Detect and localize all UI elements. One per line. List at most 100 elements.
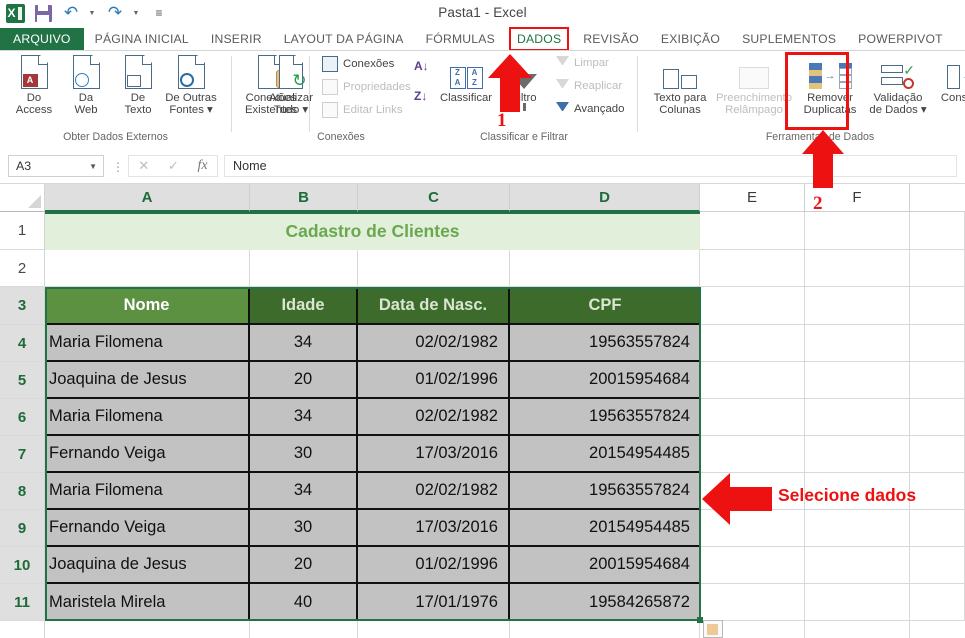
cell-e7[interactable] — [700, 436, 805, 473]
cell-e2[interactable] — [700, 250, 805, 287]
row-header-11[interactable]: 11 — [0, 584, 45, 621]
cell-c2[interactable] — [358, 250, 510, 287]
table-row-cell-cpf[interactable]: 20015954684 — [510, 362, 700, 399]
cell-g8[interactable] — [910, 473, 965, 510]
insert-function-icon[interactable]: fx — [198, 158, 208, 174]
cell-g7[interactable] — [910, 436, 965, 473]
cell-d3-header-cpf[interactable]: CPF — [510, 287, 700, 325]
cell-f10[interactable] — [805, 547, 910, 584]
table-row-cell-nome[interactable]: Maria Filomena — [45, 325, 250, 362]
cell-f6[interactable] — [805, 399, 910, 436]
cell-g3[interactable] — [910, 287, 965, 325]
cell-f3[interactable] — [805, 287, 910, 325]
btn-validacao-de-dados[interactable]: ✓ Validação de Dados ▾ — [865, 53, 931, 117]
cell-f7[interactable] — [805, 436, 910, 473]
column-header-a[interactable]: A — [45, 184, 250, 212]
sort-descending-icon[interactable]: Z↓ — [414, 89, 427, 103]
table-row-cell-idade[interactable]: 30 — [250, 436, 358, 473]
tab-inserir[interactable]: INSERIR — [200, 28, 273, 50]
table-row-cell-idade[interactable]: 40 — [250, 584, 358, 621]
cell-e6[interactable] — [700, 399, 805, 436]
confirm-icon[interactable]: ✓ — [168, 158, 179, 174]
cell-g9[interactable] — [910, 510, 965, 547]
cell-e10[interactable] — [700, 547, 805, 584]
cell-f9[interactable] — [805, 510, 910, 547]
table-row-cell-nasc[interactable]: 02/02/1982 — [358, 325, 510, 362]
cell-c12[interactable] — [358, 621, 510, 638]
cell-g10[interactable] — [910, 547, 965, 584]
btn-remover-duplicatas[interactable]: → Remover Duplicatas — [795, 53, 865, 117]
sort-ascending-icon[interactable]: A↓ — [414, 59, 429, 73]
tab-layout-da-pagina[interactable]: LAYOUT DA PÁGINA — [273, 28, 415, 50]
tab-revisao[interactable]: REVISÃO — [572, 28, 650, 50]
cell-b2[interactable] — [250, 250, 358, 287]
table-row-cell-nasc[interactable]: 02/02/1982 — [358, 473, 510, 510]
row-header-10[interactable]: 10 — [0, 547, 45, 584]
cell-e5[interactable] — [700, 362, 805, 399]
formula-input[interactable]: Nome — [224, 155, 957, 177]
cell-e4[interactable] — [700, 325, 805, 362]
row-header-12[interactable] — [0, 621, 45, 638]
table-row-cell-nasc[interactable]: 17/03/2016 — [358, 436, 510, 473]
cell-f11[interactable] — [805, 584, 910, 621]
select-all-corner[interactable] — [0, 184, 45, 212]
cell-e11[interactable] — [700, 584, 805, 621]
btn-avancado[interactable]: Avançado — [556, 102, 624, 115]
cell-a3-header-nome[interactable]: Nome — [45, 287, 250, 325]
row-header-3[interactable]: 3 — [0, 287, 45, 325]
cell-g6[interactable] — [910, 399, 965, 436]
cell-a2[interactable] — [45, 250, 250, 287]
cell-e1[interactable] — [700, 212, 805, 250]
paste-options-icon[interactable] — [703, 620, 723, 638]
table-row-cell-nasc[interactable]: 17/03/2016 — [358, 510, 510, 547]
cell-g5[interactable] — [910, 362, 965, 399]
btn-consolidar[interactable]: → Consolida — [931, 53, 965, 104]
cell-f1[interactable] — [805, 212, 910, 250]
cell-e3[interactable] — [700, 287, 805, 325]
cell-g2[interactable] — [910, 250, 965, 287]
row-header-6[interactable]: 6 — [0, 399, 45, 436]
row-header-1[interactable]: 1 — [0, 212, 45, 250]
row-header-7[interactable]: 7 — [0, 436, 45, 473]
table-row-cell-nome[interactable]: Maria Filomena — [45, 473, 250, 510]
cell-a1-title[interactable]: Cadastro de Clientes — [45, 213, 700, 250]
cell-f2[interactable] — [805, 250, 910, 287]
chevron-down-icon[interactable]: ▼ — [89, 162, 97, 171]
table-row-cell-nasc[interactable]: 17/01/1976 — [358, 584, 510, 621]
column-header-e[interactable]: E — [700, 184, 805, 212]
table-row-cell-nome[interactable]: Joaquina de Jesus — [45, 547, 250, 584]
tab-arquivo[interactable]: ARQUIVO — [0, 28, 84, 50]
row-header-2[interactable]: 2 — [0, 250, 45, 287]
table-row-cell-idade[interactable]: 20 — [250, 547, 358, 584]
cell-g4[interactable] — [910, 325, 965, 362]
btn-do-access[interactable]: A Do Access — [6, 53, 62, 117]
row-header-9[interactable]: 9 — [0, 510, 45, 547]
cell-f5[interactable] — [805, 362, 910, 399]
table-row-cell-idade[interactable]: 30 — [250, 510, 358, 547]
cell-b3-header-idade[interactable]: Idade — [250, 287, 358, 325]
btn-texto-para-colunas[interactable]: Texto para Colunas — [645, 53, 715, 117]
row-header-4[interactable]: 4 — [0, 325, 45, 362]
table-row-cell-cpf[interactable]: 19563557824 — [510, 473, 700, 510]
column-header-g[interactable] — [910, 184, 965, 212]
table-row-cell-idade[interactable]: 20 — [250, 362, 358, 399]
column-header-c[interactable]: C — [358, 184, 510, 212]
cell-b12[interactable] — [250, 621, 358, 638]
column-header-d[interactable]: D — [510, 184, 700, 212]
tab-dados[interactable]: DADOS — [506, 27, 572, 51]
cell-f4[interactable] — [805, 325, 910, 362]
row-header-5[interactable]: 5 — [0, 362, 45, 399]
column-header-b[interactable]: B — [250, 184, 358, 212]
cell-a12[interactable] — [45, 621, 250, 638]
tab-suplementos[interactable]: SUPLEMENTOS — [731, 28, 847, 50]
row-header-8[interactable]: 8 — [0, 473, 45, 510]
table-row-cell-nasc[interactable]: 01/02/1996 — [358, 362, 510, 399]
cell-f12[interactable] — [805, 621, 910, 638]
cell-c3-header-data[interactable]: Data de Nasc. — [358, 287, 510, 325]
table-row-cell-cpf[interactable]: 20015954684 — [510, 547, 700, 584]
table-row-cell-idade[interactable]: 34 — [250, 399, 358, 436]
cancel-icon[interactable]: ✕ — [138, 158, 149, 174]
table-row-cell-nome[interactable]: Maristela Mirela — [45, 584, 250, 621]
table-row-cell-cpf[interactable]: 19563557824 — [510, 325, 700, 362]
tab-formulas[interactable]: FÓRMULAS — [415, 28, 506, 50]
